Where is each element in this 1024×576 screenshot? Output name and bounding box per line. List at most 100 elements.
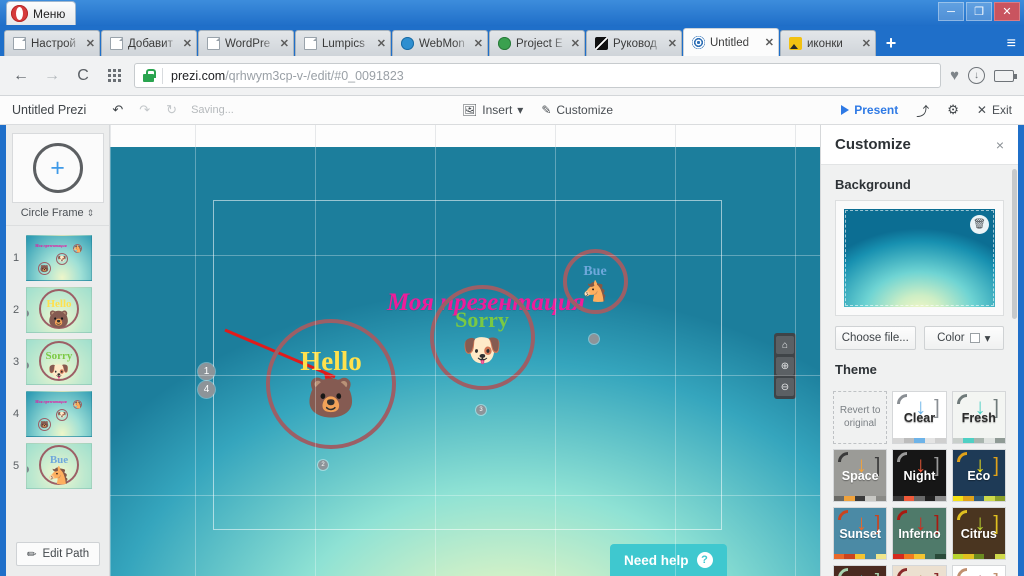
tab-2[interactable]: Добавит ✕ xyxy=(101,30,197,56)
choose-file-button[interactable]: Choose file... xyxy=(835,326,916,350)
prezi-stage[interactable]: Моя презентация 1 4 2 3 Hello 🐻 Sorry 🐶 Bue 🐴… xyxy=(110,147,820,576)
theme-theme12[interactable]: ↓] xyxy=(951,565,1006,576)
slide-item[interactable]: 5 Bue 🐴 xyxy=(6,440,109,492)
tab-close-icon[interactable]: ✕ xyxy=(377,37,386,50)
color-button[interactable]: Color ▾ xyxy=(923,326,1004,350)
tab-8[interactable]: Untitled ✕ xyxy=(683,28,779,56)
theme-fresh[interactable]: ↓] Fresh xyxy=(951,391,1006,444)
tab-3[interactable]: WordPre ✕ xyxy=(198,30,294,56)
tab-close-icon[interactable]: ✕ xyxy=(668,37,677,50)
apps-grid-icon[interactable] xyxy=(103,65,125,87)
tab-7[interactable]: Руковод ✕ xyxy=(586,30,682,56)
theme-theme11[interactable]: ↓] xyxy=(892,565,947,576)
home-icon[interactable]: ⌂ xyxy=(776,336,794,354)
theme-clear[interactable]: ↓] Clear xyxy=(892,391,947,444)
grid-line-v xyxy=(675,147,676,576)
tab-close-icon[interactable]: ✕ xyxy=(571,37,580,50)
theme-theme10[interactable]: ↓] xyxy=(833,565,888,576)
slide-thumbnail[interactable]: Моя презентация 🐻 🐶 🐴 xyxy=(26,391,92,437)
add-frame-button[interactable]: + xyxy=(11,133,104,203)
slide-item[interactable]: 1 Моя презентация 🐻 🐶 🐴 xyxy=(6,232,109,284)
path-marker-3[interactable]: 3 xyxy=(476,405,486,415)
canvas-node[interactable]: Sorry 🐶 xyxy=(429,284,535,390)
forward-button[interactable]: → xyxy=(41,65,63,87)
theme-inferno[interactable]: ↓] Inferno xyxy=(892,507,947,560)
share-icon[interactable]: ⤴ xyxy=(916,101,929,120)
theme-label: Revert to original xyxy=(839,405,881,429)
frame-type-selector[interactable]: Circle Frame ⇕ xyxy=(6,203,109,225)
trash-icon[interactable]: 🗑 xyxy=(970,215,989,234)
battery-icon[interactable] xyxy=(994,69,1017,82)
theme-space[interactable]: ↓] Space xyxy=(833,449,888,502)
theme-sunset[interactable]: ↓] Sunset xyxy=(833,507,888,560)
tab-5[interactable]: WebMon ✕ xyxy=(392,30,488,56)
tab-1[interactable]: Настрой ✕ xyxy=(4,30,100,56)
theme-citrus[interactable]: ↓] Citrus xyxy=(951,507,1006,560)
zoom-in-icon[interactable]: ⊕ xyxy=(776,357,794,375)
save-status: Saving... xyxy=(191,104,234,116)
tab-label: Добавит xyxy=(128,37,173,50)
path-marker-1[interactable]: 1 xyxy=(198,363,215,380)
panel-close-icon[interactable]: × xyxy=(996,137,1004,153)
slide-thumbnail[interactable]: Bue 🐴 xyxy=(26,443,92,489)
slide-item[interactable]: 2 Hello 🐻 xyxy=(6,284,109,336)
chevron-down-icon: ▾ xyxy=(984,333,991,345)
canvas-node[interactable]: Hello 🐻 xyxy=(266,319,396,449)
tab-9[interactable]: иконки ✕ xyxy=(780,30,876,56)
close-window-button[interactable]: ✕ xyxy=(994,2,1020,21)
slide-item[interactable]: 4 Моя презентация 🐻 🐶 🐴 xyxy=(6,388,109,440)
background-preview[interactable]: 🗑 xyxy=(844,209,995,307)
ruler-tick xyxy=(315,125,316,147)
tab-4[interactable]: Lumpics ✕ xyxy=(295,30,391,56)
node-word: Sorry xyxy=(455,307,509,333)
theme-eco[interactable]: ↓] Eco xyxy=(951,449,1006,502)
prezi-document-title[interactable]: Untitled Prezi xyxy=(12,103,86,117)
back-button[interactable]: ← xyxy=(10,65,32,87)
heart-icon[interactable]: ♥ xyxy=(950,67,959,84)
insert-caret-icon: ▾ xyxy=(517,103,524,117)
path-dot xyxy=(27,310,29,317)
present-label: Present xyxy=(854,103,899,117)
tab-close-icon[interactable]: ✕ xyxy=(862,37,871,50)
gear-icon[interactable]: ⚙ xyxy=(947,102,959,118)
edit-path-button[interactable]: ✏ Edit Path xyxy=(15,542,101,566)
slide-thumbnail[interactable]: Hello 🐻 xyxy=(26,287,92,333)
tab-close-icon[interactable]: ✕ xyxy=(183,37,192,50)
zoom-out-icon[interactable]: ⊖ xyxy=(776,378,794,396)
insert-menu[interactable]: 🖼 Insert ▾ xyxy=(462,103,523,117)
slide-thumbnail[interactable]: Моя презентация 🐻 🐶 🐴 xyxy=(26,235,92,281)
tab-6[interactable]: Project E ✕ xyxy=(489,30,585,56)
theme-night[interactable]: ↓] Night xyxy=(892,449,947,502)
canvas-area[interactable]: Моя презентация 1 4 2 3 Hello 🐻 Sorry 🐶 Bue 🐴… xyxy=(110,125,820,576)
download-icon[interactable]: ↓ xyxy=(968,67,985,84)
tab-menu-icon[interactable]: ≡ xyxy=(1007,36,1016,52)
tab-close-icon[interactable]: ✕ xyxy=(765,36,774,49)
theme-label: Sunset xyxy=(839,526,881,541)
opera-menu-button[interactable]: Меню xyxy=(6,1,77,25)
theme-label: Fresh xyxy=(961,410,996,425)
new-tab-button[interactable]: + xyxy=(877,30,905,56)
theme-revert-to-original[interactable]: Revert to original xyxy=(833,391,888,444)
tab-close-icon[interactable]: ✕ xyxy=(86,37,95,50)
minimize-button[interactable]: ─ xyxy=(938,2,964,21)
undo-icon[interactable]: ↶ xyxy=(112,102,123,118)
tab-close-icon[interactable]: ✕ xyxy=(474,37,483,50)
arrow-icon: ↓ xyxy=(975,570,986,576)
redo-icon[interactable]: ↷ xyxy=(139,102,150,118)
need-help-button[interactable]: Need help ? xyxy=(610,544,727,576)
reload-button[interactable]: C xyxy=(72,65,94,87)
address-bar[interactable]: prezi.com/qrhwym3cp-v-/edit/#0_0091823 xyxy=(134,63,942,88)
grid-line-v xyxy=(315,147,316,576)
path-marker-5[interactable] xyxy=(589,334,599,344)
present-button[interactable]: Present xyxy=(841,103,898,117)
customize-menu[interactable]: ✎ Customize xyxy=(541,103,613,117)
slide-item[interactable]: 3 Sorry 🐶 xyxy=(6,336,109,388)
panel-scrollbar[interactable] xyxy=(1012,169,1017,319)
exit-button[interactable]: ✕ Exit xyxy=(977,103,1012,117)
canvas-node[interactable]: Bue 🐴 xyxy=(562,248,628,314)
path-marker-4[interactable]: 4 xyxy=(198,381,215,398)
tab-close-icon[interactable]: ✕ xyxy=(280,37,289,50)
maximize-button[interactable]: ❐ xyxy=(966,2,992,21)
path-marker-2[interactable]: 2 xyxy=(318,460,328,470)
slide-thumbnail[interactable]: Sorry 🐶 xyxy=(26,339,92,385)
